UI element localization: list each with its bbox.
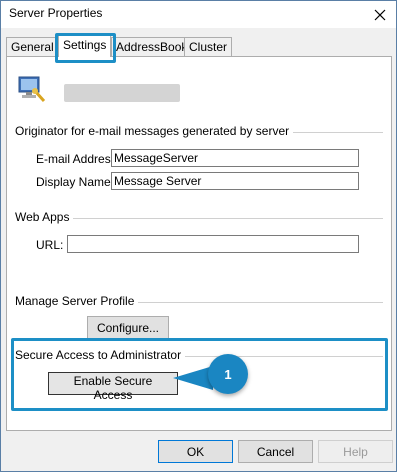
display-name-field[interactable] (111, 172, 359, 190)
tab-general[interactable]: General (6, 37, 59, 56)
email-label: E-mail Address: (36, 152, 121, 166)
server-properties-dialog: Server Properties General Settings Addre… (0, 0, 397, 472)
tab-cluster[interactable]: Cluster (184, 37, 233, 56)
close-icon (374, 9, 386, 20)
title-bar: Server Properties (1, 1, 396, 28)
dialog-button-bar: OK Cancel Help (1, 433, 396, 471)
url-label: URL: (36, 238, 64, 252)
help-button[interactable]: Help (318, 440, 393, 463)
server-monitor-icon (18, 76, 46, 103)
url-field[interactable] (67, 235, 359, 253)
window-title: Server Properties (9, 6, 103, 20)
ok-button[interactable]: OK (158, 440, 233, 463)
webapps-group-label: Web Apps (15, 210, 74, 224)
configure-button[interactable]: Configure... (87, 316, 169, 339)
display-name-label: Display Name: (36, 175, 115, 189)
settings-tab-highlight (55, 33, 116, 63)
tab-addressbook[interactable]: AddressBook (111, 37, 193, 56)
email-field[interactable] (111, 149, 359, 167)
profile-group-label: Manage Server Profile (15, 294, 139, 308)
cancel-button[interactable]: Cancel (238, 440, 313, 463)
server-name-placeholder (64, 84, 180, 102)
originator-group-label: Originator for e-mail messages generated… (15, 124, 294, 138)
close-button[interactable] (364, 1, 396, 28)
callout-pointer (173, 366, 213, 390)
step-callout-badge: 1 (208, 354, 248, 394)
